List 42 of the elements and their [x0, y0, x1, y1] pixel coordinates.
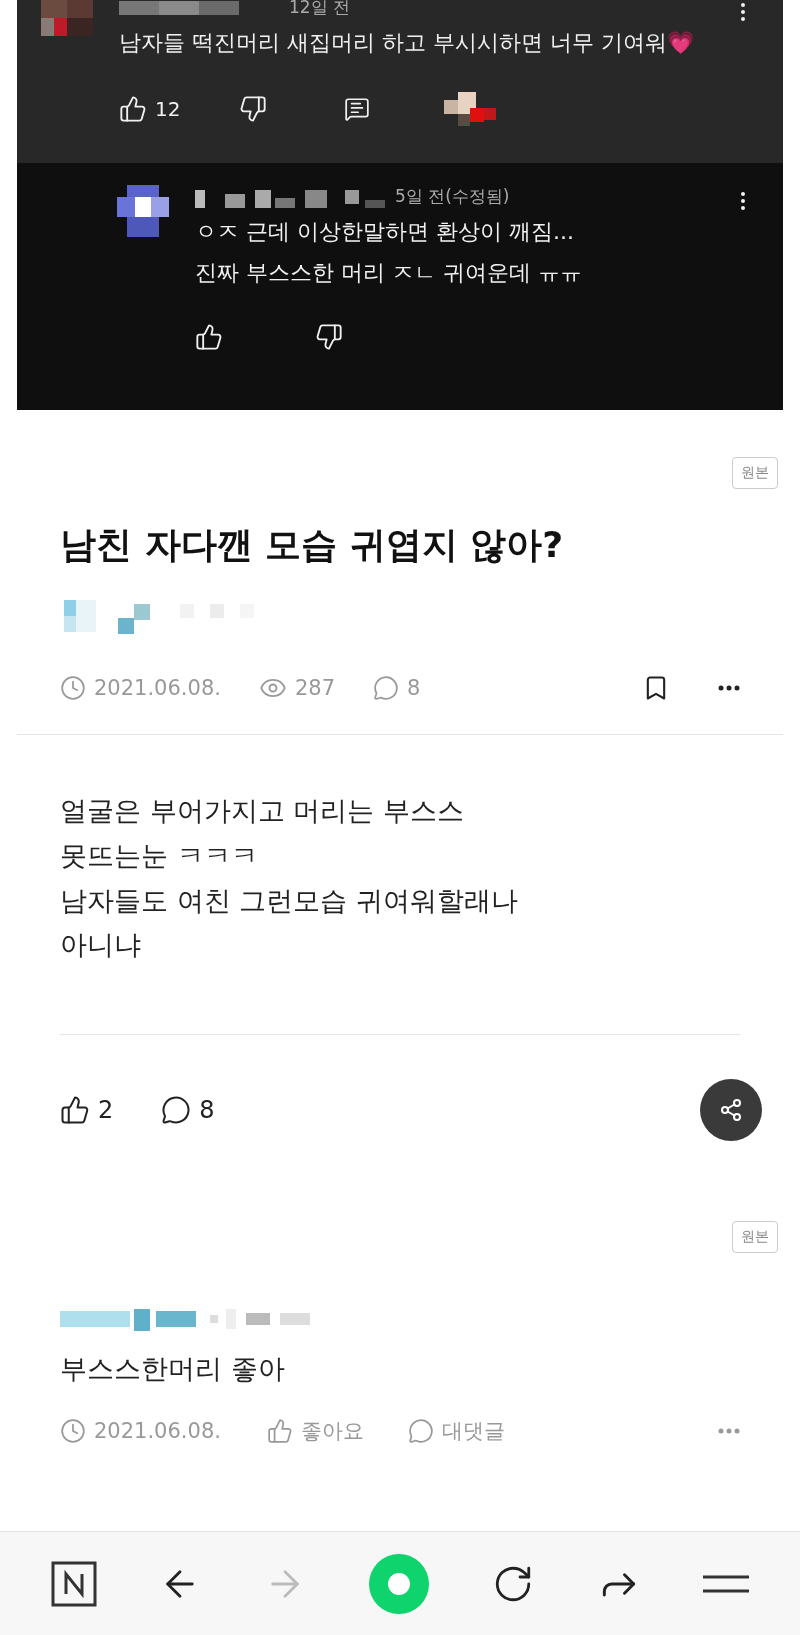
- like-button[interactable]: 2: [60, 1095, 114, 1126]
- original-badge[interactable]: 원본: [732, 1221, 778, 1254]
- thumbs-down-icon: [239, 95, 267, 124]
- clock-icon: [60, 675, 86, 701]
- more-button[interactable]: [718, 685, 740, 691]
- speech-bubble-icon: [407, 1418, 434, 1445]
- reply-button[interactable]: 대댓글: [407, 1417, 505, 1446]
- body-text: 못뜨는눈 ㅋㅋㅋ: [60, 838, 259, 873]
- avatar: [117, 185, 169, 237]
- original-badge[interactable]: 원본: [732, 457, 778, 489]
- comment-time: 12일 전: [289, 0, 351, 19]
- comment-button[interactable]: 8: [161, 1095, 215, 1126]
- thumbs-down-icon: [315, 323, 343, 352]
- comment-text: 남자들 떡진머리 새집머리 하고 부시시하면 너무 기여워💗: [119, 29, 695, 57]
- menu-button[interactable]: [702, 1573, 749, 1594]
- speech-bubble-icon: [161, 1095, 192, 1126]
- creator-avatar: [444, 92, 496, 127]
- home-button[interactable]: [51, 1560, 98, 1607]
- like-button[interactable]: 12: [119, 95, 239, 124]
- more-icon: [718, 685, 740, 691]
- comment-text: 부스스한머리 좋아: [60, 1352, 286, 1387]
- reply-text: ㅇㅈ 근데 이상한말하면 환상이 깨짐... 진짜 부스스한 머리 ㅈㄴ 귀여운데 ㅠㅠ: [195, 218, 583, 287]
- body-text: 아니냐: [60, 928, 142, 963]
- thumbs-up-icon: [195, 323, 223, 352]
- like-button[interactable]: 좋아요: [266, 1417, 364, 1446]
- thumbs-up-icon: [119, 95, 147, 124]
- avatar: [41, 0, 93, 36]
- post-title: 남친 자다깬 모습 귀엽지 않아?: [60, 523, 564, 567]
- reply-time: 5일 전(수정됨): [395, 185, 510, 208]
- thumbs-up-icon: [60, 1095, 90, 1126]
- clock-icon: [60, 1418, 86, 1445]
- message-icon: [344, 96, 370, 123]
- share-icon: [719, 1098, 743, 1123]
- view-count: 287: [294, 676, 335, 700]
- comment-date: 2021.06.08.: [94, 1419, 221, 1444]
- body-text: 얼굴은 부어가지고 머리는 부스스: [60, 794, 465, 828]
- comment-count[interactable]: 8: [373, 675, 421, 701]
- thumbs-up-icon: [266, 1418, 293, 1445]
- body-text: 남자들도 여친 그런모습 귀여워할래나: [60, 883, 519, 918]
- more-icon: [718, 1428, 740, 1435]
- speech-bubble-icon: [373, 675, 399, 701]
- post-date: 2021.06.08.: [94, 676, 221, 700]
